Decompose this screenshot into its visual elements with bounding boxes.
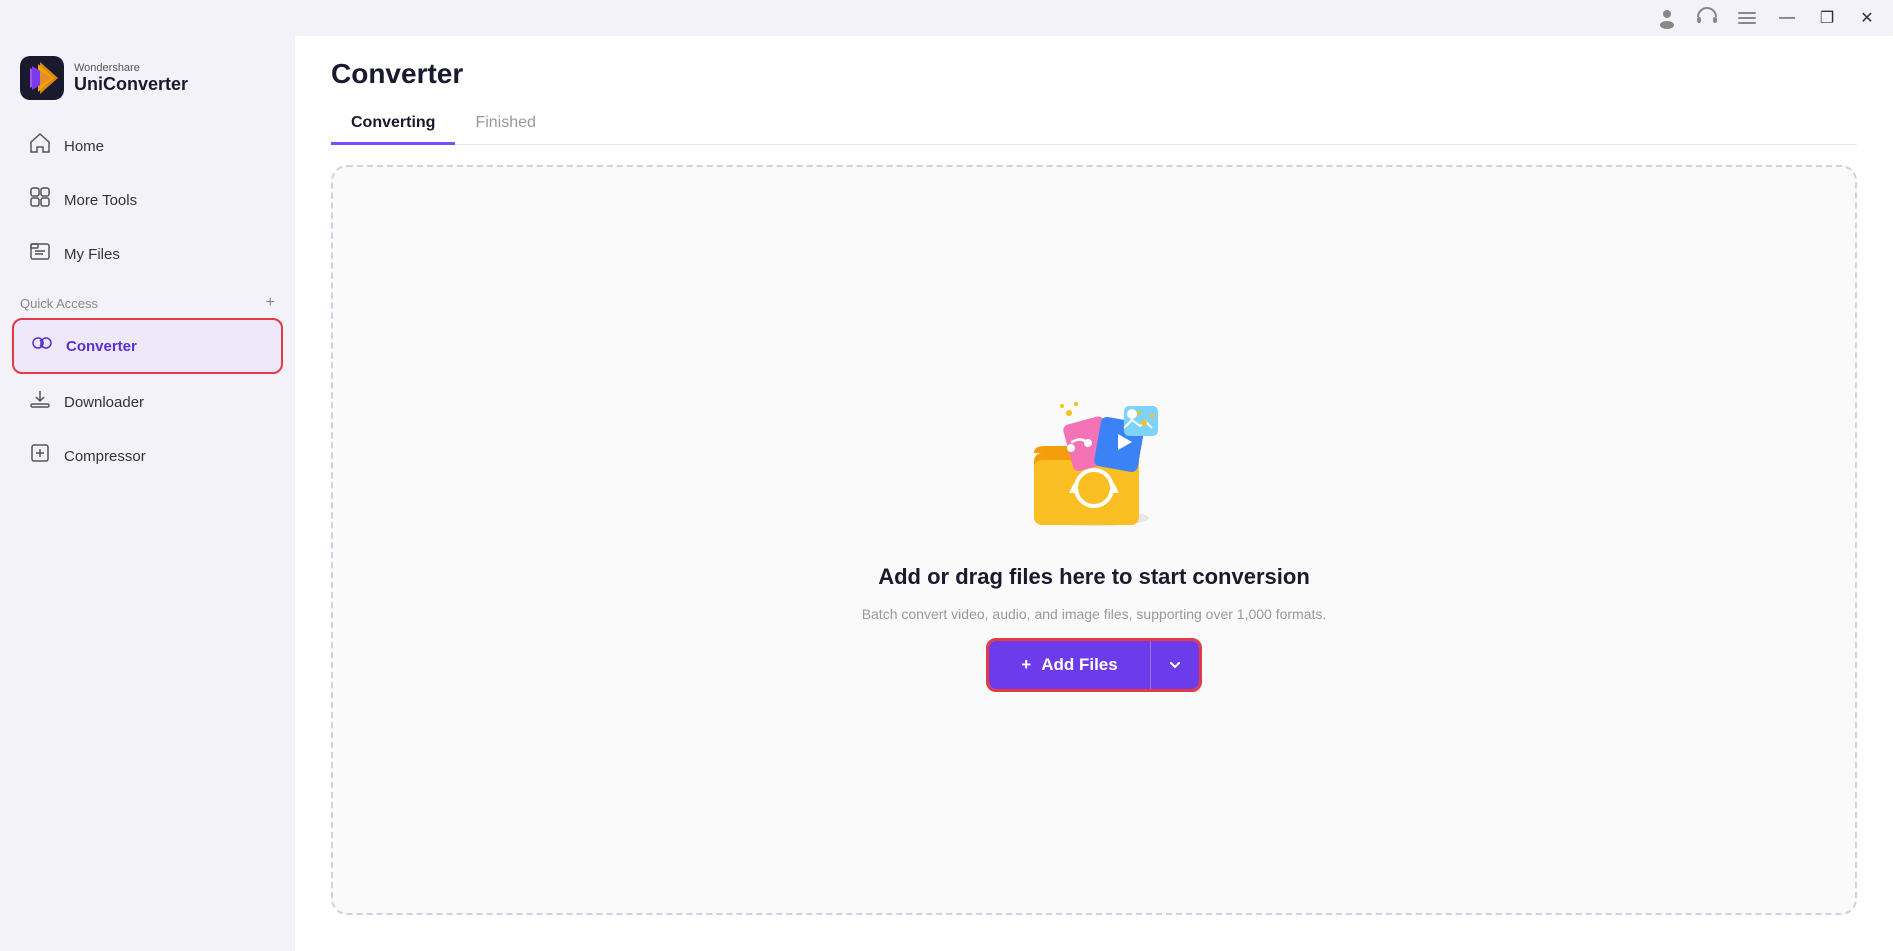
more-tools-icon <box>28 186 52 214</box>
main-content: Converter Converting Finished <box>295 36 1893 951</box>
page-header: Converter <box>295 36 1893 104</box>
sidebar-item-compressor[interactable]: Compressor <box>12 430 283 482</box>
quick-access-label: Quick Access <box>20 296 98 311</box>
sidebar-item-compressor-label: Compressor <box>64 448 146 465</box>
sidebar-nav: Home More Tools <box>0 120 295 280</box>
tab-finished[interactable]: Finished <box>455 104 555 145</box>
sidebar-item-converter-label: Converter <box>66 338 137 355</box>
user-icon[interactable] <box>1649 0 1685 36</box>
sidebar-item-my-files[interactable]: My Files <box>12 228 283 280</box>
close-button[interactable]: ✕ <box>1849 0 1885 36</box>
downloader-icon <box>28 388 52 416</box>
logo-area: Wondershare UniConverter <box>0 46 295 120</box>
converter-icon <box>30 332 54 360</box>
sidebar-item-converter[interactable]: Converter <box>12 318 283 374</box>
drop-illustration <box>1014 388 1174 548</box>
menu-icon[interactable] <box>1729 0 1765 36</box>
compressor-icon <box>28 442 52 470</box>
logo-text: Wondershare UniConverter <box>74 62 188 95</box>
drop-area-subtitle: Batch convert video, audio, and image fi… <box>862 606 1327 622</box>
minimize-button[interactable]: — <box>1769 0 1805 36</box>
maximize-button[interactable]: ❐ <box>1809 0 1845 36</box>
add-files-plus: + <box>1021 655 1031 675</box>
logo-product: UniConverter <box>74 74 188 95</box>
title-bar: — ❐ ✕ <box>0 0 1893 36</box>
sidebar-item-downloader[interactable]: Downloader <box>12 376 283 428</box>
add-files-container[interactable]: + Add Files <box>986 638 1201 692</box>
my-files-icon <box>28 240 52 268</box>
home-icon <box>28 132 52 160</box>
app-body: Wondershare UniConverter Home <box>0 36 1893 951</box>
sidebar-item-more-tools[interactable]: More Tools <box>12 174 283 226</box>
sidebar-item-my-files-label: My Files <box>64 246 120 263</box>
page-title: Converter <box>331 58 1857 90</box>
sidebar: Wondershare UniConverter Home <box>0 36 295 951</box>
sidebar-item-home[interactable]: Home <box>12 120 283 172</box>
drop-area-wrapper: Add or drag files here to start conversi… <box>295 145 1893 951</box>
add-files-dropdown-button[interactable] <box>1150 641 1199 689</box>
sidebar-item-more-tools-label: More Tools <box>64 192 137 209</box>
sidebar-item-downloader-label: Downloader <box>64 394 144 411</box>
headset-icon[interactable] <box>1689 0 1725 36</box>
add-files-button[interactable]: + Add Files <box>989 641 1149 689</box>
logo-brand: Wondershare <box>74 62 188 74</box>
quick-access-section: Quick Access + <box>0 280 295 318</box>
tabs-bar: Converting Finished <box>331 104 1857 145</box>
tab-converting[interactable]: Converting <box>331 104 455 145</box>
quick-access-add-icon[interactable]: + <box>266 294 275 312</box>
drop-area[interactable]: Add or drag files here to start conversi… <box>331 165 1857 915</box>
app-logo-icon <box>20 56 64 100</box>
drop-area-title: Add or drag files here to start conversi… <box>878 564 1310 590</box>
quick-access-nav: Converter Downloader C <box>0 318 295 482</box>
add-files-label: Add Files <box>1041 655 1118 675</box>
sidebar-item-home-label: Home <box>64 138 104 155</box>
